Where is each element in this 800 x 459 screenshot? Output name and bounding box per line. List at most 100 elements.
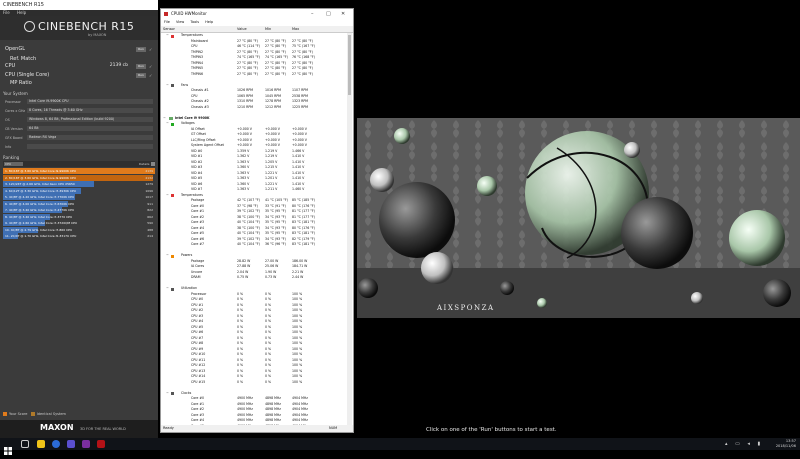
system-info-row: OS Windows 8, 64 Bit, Professional Editio… — [3, 116, 155, 123]
maxon-brand: MAXON — [40, 423, 74, 432]
benchmark-label: CPU — [5, 63, 16, 69]
logo-word: CINEBENCH R15 — [38, 20, 135, 33]
menu-file[interactable]: File — [164, 20, 170, 24]
ranking-label: 7. 4C/8T @ 3.40 GHz, Intel Core i7-4770K… — [5, 208, 75, 212]
menu-help[interactable]: Help — [17, 10, 26, 15]
system-info-row: CB Version 64 Bit — [3, 125, 155, 132]
ranking-row[interactable]: 5. 4C/8T @ 4.20 GHz, Intel Core i7-7700K… — [3, 194, 155, 200]
sensor-tree[interactable]: − Temperatures Mainboard 27 °C (80 °F) 27 °C… — [161, 33, 347, 431]
benchmark-label: MP Ratio — [10, 80, 32, 86]
scroll-thumb[interactable] — [348, 35, 351, 95]
run-button[interactable]: Run — [136, 64, 146, 69]
minimize-icon[interactable]: – — [311, 9, 314, 19]
benchmark-label: CPU (Single Core) — [5, 72, 50, 78]
system-header: Your System — [3, 91, 28, 96]
ranking-label: 11. 2C/4T @ 1.70 GHz, Intel Core i5-3317… — [5, 234, 77, 238]
ranking-score: 662 — [147, 214, 153, 219]
maxon-footer: MAXON 3D FOR THE REAL WORLD — [0, 420, 158, 438]
clock[interactable]: 13:57 2018/11/06 — [776, 439, 796, 449]
task-view-icon[interactable] — [21, 440, 29, 448]
maximize-icon[interactable]: □ — [326, 9, 331, 19]
enable-checkbox[interactable]: ✓ — [149, 73, 154, 78]
system-info-value: 8 Cores, 16 Threads @ 3.60 GHz — [27, 108, 153, 113]
system-info-value — [27, 144, 153, 149]
render-preview-image: AIXSPONZA — [357, 118, 800, 318]
hwmonitor-task-icon[interactable] — [82, 440, 90, 448]
hwmonitor-window: CPUID HWMonitor – □ ✕ File View Tools He… — [160, 8, 354, 433]
status-ready: Ready — [163, 426, 174, 430]
ranking-label: 1. 8C/16T @ 3.60 GHz, Intel Core i9-9900… — [5, 169, 77, 173]
ranking-label: 2. 8C/16T @ 3.60 GHz, Intel Core i9-9900… — [5, 175, 77, 180]
ranking-row[interactable]: 11. 2C/4T @ 1.70 GHz, Intel Core i5-3317… — [3, 233, 155, 239]
menu-view[interactable]: View — [176, 20, 184, 24]
ranking-toolbar: CPU Details — [3, 161, 155, 167]
render-scene: AIXSPONZA — [357, 118, 800, 318]
cinebench-logo: CINEBENCH R15 by MAXON — [0, 16, 158, 40]
sensor-group-icon — [171, 122, 174, 126]
ranking-row[interactable]: 7. 4C/8T @ 3.40 GHz, Intel Core i7-4770K… — [3, 207, 155, 213]
col-max[interactable]: Max — [292, 26, 299, 32]
ranking-row[interactable]: 3. 12C/24T @ 2.66 GHz, Intel Xeon CPU X5… — [3, 181, 155, 187]
system-info-value: Intel Core i9-9900K CPU — [27, 99, 153, 104]
ranking-row[interactable]: 6. 4C/8T @ 4.00 GHz, Intel Core i7-6700K… — [3, 200, 155, 207]
menu-file[interactable]: File — [3, 10, 10, 15]
ranking-select[interactable]: CPU — [4, 162, 23, 166]
your-score-swatch — [3, 412, 7, 416]
ranking-row[interactable]: 9. 4C/8T @ 2.60 GHz, Intel Core i7-3720Q… — [3, 220, 155, 226]
close-icon[interactable]: ✕ — [341, 9, 345, 19]
sensor-group-icon — [171, 392, 174, 395]
logo-sub: by MAXON — [88, 33, 107, 37]
run-button[interactable]: Run — [136, 73, 146, 78]
ranking-header: Ranking — [3, 155, 20, 160]
status-bar: Ready NUM — [161, 425, 353, 432]
ranking-label: 3. 12C/24T @ 2.66 GHz, Intel Xeon CPU X5… — [5, 182, 75, 186]
ranking-label: 10. 4C/8T @ 2.79 GHz, Intel Core i7-860 … — [5, 227, 73, 232]
benchmark-label: Ref. Match — [10, 56, 37, 62]
run-button[interactable]: Run — [136, 47, 146, 52]
ranking-label: 4. 6C/12T @ 3.30 GHz, Intel Core i7-3930… — [5, 188, 77, 193]
sensor-group-icon — [171, 254, 174, 258]
ranking-row[interactable]: 2. 8C/16T @ 3.60 GHz, Intel Core i9-9900… — [3, 174, 155, 181]
ranking-score: 2139 — [145, 169, 153, 173]
menu-tools[interactable]: Tools — [190, 20, 199, 24]
sensor-group-icon — [171, 34, 174, 38]
ranking-score: 911 — [147, 201, 153, 206]
system-info-key: Cores x GHz — [5, 109, 26, 113]
col-value[interactable]: Value — [237, 26, 247, 32]
enable-checkbox[interactable]: ✓ — [149, 64, 154, 69]
menu-help[interactable]: Help — [205, 20, 213, 24]
windows-start-icon[interactable] — [4, 440, 12, 455]
browser-icon[interactable] — [52, 440, 60, 448]
file-explorer-icon[interactable] — [37, 440, 45, 448]
enable-checkbox[interactable]: ✓ — [149, 47, 154, 52]
cinebench-logo-icon — [24, 21, 35, 32]
ranking-row[interactable]: 8. 4C/8T @ 3.40 GHz, Intel Core i7-3770 … — [3, 213, 155, 220]
cinebench-task-icon[interactable] — [97, 440, 105, 448]
ranking-score: 214 — [147, 234, 153, 238]
col-min[interactable]: Min — [265, 26, 271, 32]
ranking-row[interactable]: 4. 6C/12T @ 3.30 GHz, Intel Core i7-3930… — [3, 187, 155, 194]
ranking-row[interactable]: 10. 4C/8T @ 2.79 GHz, Intel Core i7-860 … — [3, 226, 155, 233]
maxon-tagline: 3D FOR THE REAL WORLD — [80, 427, 126, 431]
system-info-key: GFX Board — [5, 136, 23, 140]
details-button[interactable] — [151, 162, 155, 166]
ranking-label: 5. 4C/8T @ 4.20 GHz, Intel Core i7-7700K… — [5, 195, 75, 199]
hwmonitor-app-icon — [164, 12, 168, 16]
system-info-value: 64 Bit — [27, 126, 153, 131]
details-label[interactable]: Details — [139, 162, 149, 166]
benchmark-row: MP Ratio — [0, 80, 158, 88]
ranking-score: 590 — [147, 221, 153, 225]
col-sensor[interactable]: Sensor — [163, 26, 175, 32]
ranking-label: 6. 4C/8T @ 4.00 GHz, Intel Core i7-6700K… — [5, 201, 75, 206]
system-info-row: Processor Intel Core i9-9900K CPU — [3, 98, 155, 105]
system-info-key: CB Version — [5, 127, 23, 131]
system-info-key: Info — [5, 145, 12, 149]
status-num: NUM — [329, 426, 338, 430]
ranking-label: 9. 4C/8T @ 2.60 GHz, Intel Core i7-3720Q… — [5, 221, 78, 225]
ranking-row[interactable]: 1. 8C/16T @ 3.60 GHz, Intel Core i9-9900… — [3, 168, 155, 174]
ranking-score: 2132 — [145, 175, 153, 180]
vertical-scrollbar[interactable] — [347, 33, 352, 431]
system-info-value: Radeon RX Vega — [27, 135, 153, 140]
app-icon[interactable] — [67, 440, 75, 448]
system-tray-icons[interactable]: ▴ ▭ ◂ ▮ — [725, 441, 763, 447]
